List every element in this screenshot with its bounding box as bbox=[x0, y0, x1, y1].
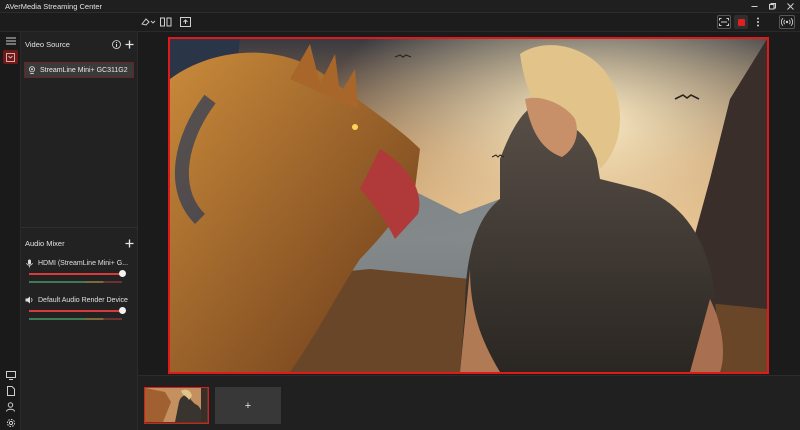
speaker-icon[interactable] bbox=[25, 296, 34, 305]
volume-slider-handle[interactable] bbox=[119, 270, 126, 277]
mixer-channel-label-row: Default Audio Render Device bbox=[25, 295, 134, 305]
screen-share-icon[interactable] bbox=[178, 15, 192, 29]
microphone-icon[interactable] bbox=[25, 259, 34, 268]
add-source-icon[interactable] bbox=[124, 39, 134, 49]
window-title: AVerMedia Streaming Center bbox=[5, 2, 102, 11]
audio-level-meter bbox=[29, 318, 122, 320]
scene-thumbnail[interactable] bbox=[144, 387, 209, 424]
live-preview[interactable] bbox=[168, 37, 769, 374]
add-audio-icon[interactable] bbox=[124, 238, 134, 248]
minimize-icon[interactable] bbox=[746, 0, 762, 13]
mixer-channel: Default Audio Render Device bbox=[25, 295, 134, 331]
add-scene-label: + bbox=[244, 399, 252, 412]
mixer-channel-label: HDMI (StreamLine Mini+ G... bbox=[38, 259, 129, 267]
user-icon[interactable] bbox=[3, 400, 18, 414]
source-item[interactable]: StreamLine Mini+ GC311G2 bbox=[24, 62, 134, 78]
video-source-title: Video Source bbox=[25, 39, 70, 49]
broadcast-icon[interactable] bbox=[779, 15, 795, 29]
scene-thumbnail-image bbox=[145, 388, 207, 422]
icon-rail bbox=[0, 32, 21, 430]
fit-screen-icon[interactable] bbox=[717, 15, 731, 29]
panel-divider bbox=[21, 227, 138, 228]
document-icon[interactable] bbox=[3, 384, 18, 398]
video-source-header: Video Source bbox=[25, 37, 134, 51]
volume-slider[interactable] bbox=[29, 310, 122, 312]
record-stop-icon bbox=[737, 18, 745, 26]
mixer-channel-label: Default Audio Render Device bbox=[38, 296, 128, 304]
side-panel: Video Source StreamLine Mini+ GC311G2 Au… bbox=[21, 32, 138, 430]
settings-icon[interactable] bbox=[3, 416, 18, 430]
menu-icon[interactable] bbox=[3, 34, 18, 48]
mixer-channel: HDMI (StreamLine Mini+ G... bbox=[25, 258, 134, 294]
scene-strip: + bbox=[138, 375, 800, 430]
preview-image bbox=[170, 39, 767, 372]
toolbar bbox=[0, 13, 800, 32]
audio-mixer-title: Audio Mixer bbox=[25, 238, 65, 248]
main-preview-area bbox=[138, 32, 800, 375]
layout-split-icon[interactable] bbox=[159, 15, 173, 29]
more-vertical-icon[interactable] bbox=[751, 15, 765, 29]
video-source-icon[interactable] bbox=[3, 50, 18, 64]
restore-icon[interactable] bbox=[764, 0, 780, 13]
volume-slider-handle[interactable] bbox=[119, 307, 126, 314]
close-icon[interactable] bbox=[782, 0, 798, 13]
webcam-icon bbox=[28, 66, 36, 74]
mixer-channel-label-row: HDMI (StreamLine Mini+ G... bbox=[25, 258, 134, 268]
volume-slider[interactable] bbox=[29, 273, 122, 275]
audio-level-meter bbox=[29, 281, 122, 283]
info-icon[interactable] bbox=[111, 39, 121, 49]
eraser-dropdown-icon[interactable] bbox=[139, 15, 157, 29]
record-stop-button[interactable] bbox=[734, 15, 748, 29]
title-bar: AVerMedia Streaming Center bbox=[0, 0, 800, 13]
audio-mixer-header: Audio Mixer bbox=[25, 236, 134, 250]
monitor-icon[interactable] bbox=[3, 368, 18, 382]
add-scene-button[interactable]: + bbox=[215, 387, 281, 424]
source-item-label: StreamLine Mini+ GC311G2 bbox=[40, 66, 128, 74]
